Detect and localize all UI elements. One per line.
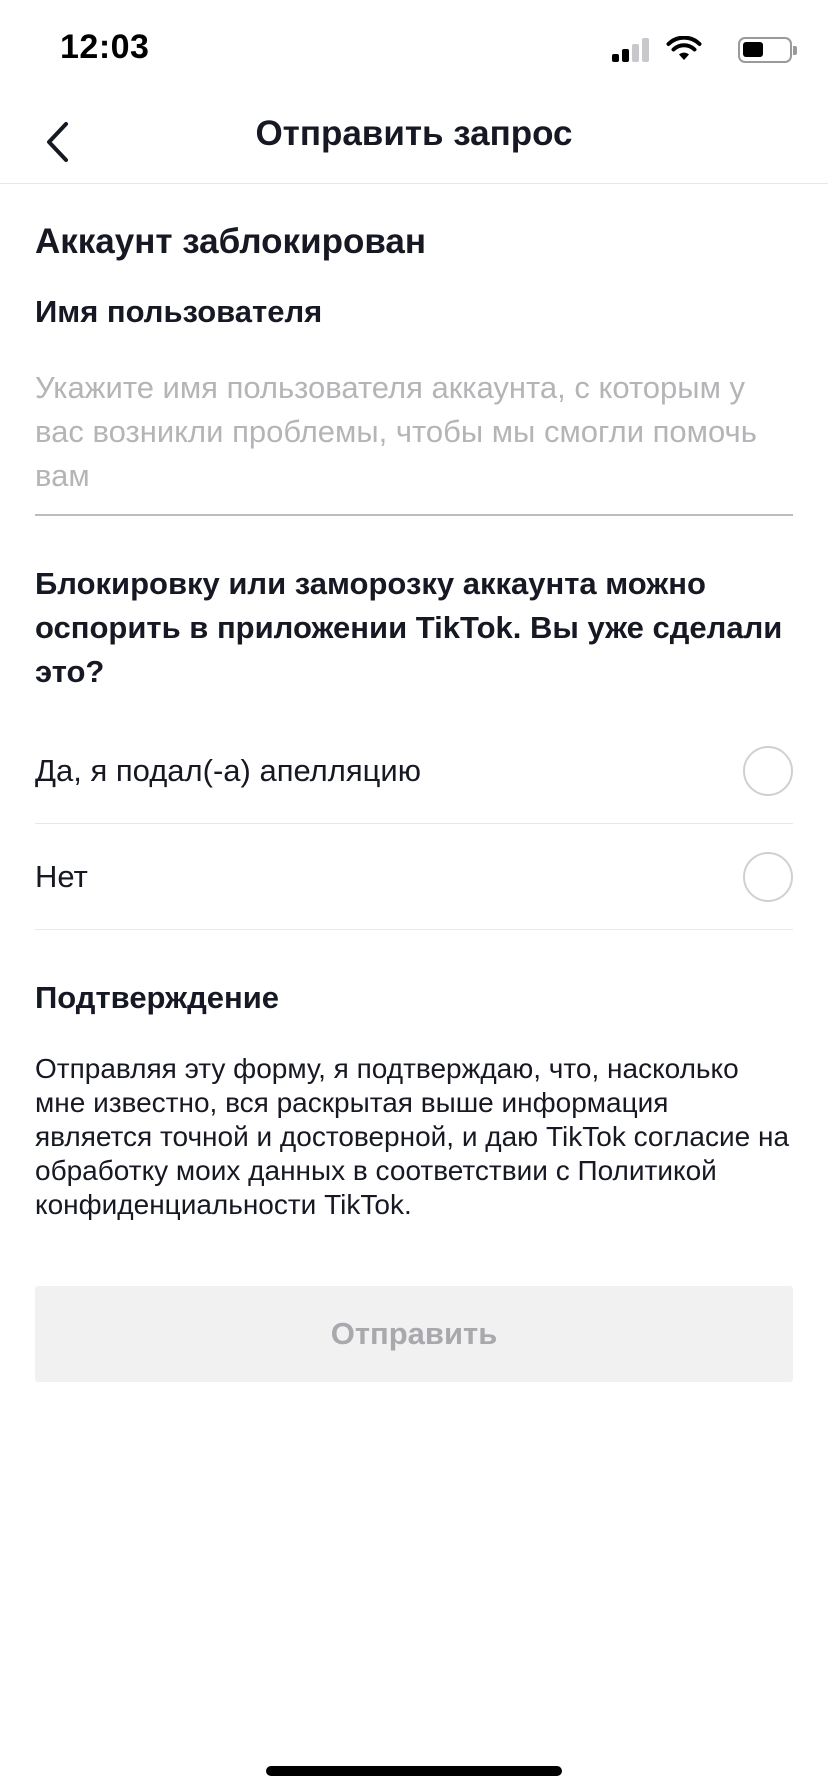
appeal-question: Блокировку или заморозку аккаунта можно … (35, 566, 783, 689)
page-title: Отправить запрос (255, 114, 573, 153)
status-icons (592, 36, 797, 64)
battery-icon (738, 37, 797, 63)
nav-bar: Отправить запрос (0, 100, 828, 184)
request-form: Аккаунт заблокирован Имя пользователя Бл… (35, 184, 793, 1382)
appeal-options: Да, я подал(-а) апелляцию Нет (35, 718, 793, 930)
signal-icon (612, 38, 652, 62)
option-label: Да, я подал(-а) апелляцию (35, 752, 421, 788)
submit-button[interactable]: Отправить (35, 1286, 793, 1382)
screen: 12:03 Отправить запрос Аккаунт заблокиро… (0, 0, 828, 1792)
radio-button[interactable] (743, 745, 793, 796)
section-title: Аккаунт заблокирован (35, 222, 426, 261)
option-appealed[interactable]: Да, я подал(-а) апелляцию (35, 718, 793, 824)
username-input[interactable] (35, 366, 793, 516)
confirmation-text: Отправляя эту форму, я подтверждаю, что,… (35, 1053, 790, 1220)
home-indicator[interactable] (266, 1766, 562, 1776)
confirmation-title: Подтверждение (35, 980, 280, 1015)
wifi-icon (666, 36, 702, 60)
username-label: Имя пользователя (35, 294, 323, 329)
option-label: Нет (35, 858, 88, 894)
status-bar: 12:03 (0, 0, 828, 100)
option-no[interactable]: Нет (35, 824, 793, 930)
status-time: 12:03 (60, 28, 150, 66)
radio-button[interactable] (743, 851, 793, 902)
